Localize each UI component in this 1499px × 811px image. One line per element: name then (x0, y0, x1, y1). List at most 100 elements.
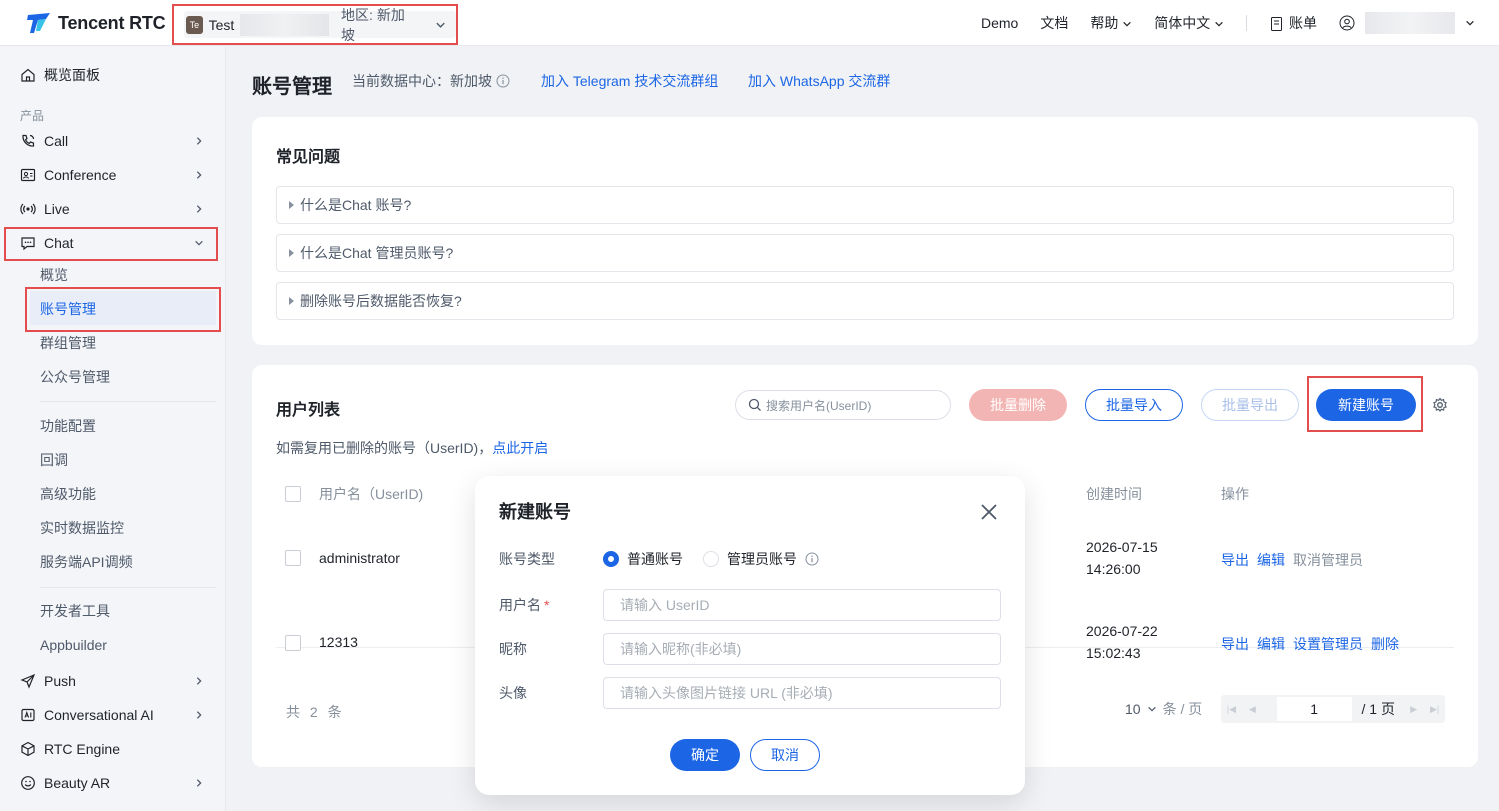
sidebar-sub-dev-tools[interactable]: 开发者工具 (40, 594, 110, 628)
page-number-input[interactable]: 1 (1276, 697, 1352, 721)
chevron-down-icon (436, 22, 445, 28)
sidebar-sub-advanced[interactable]: 高级功能 (40, 477, 96, 511)
gear-icon[interactable] (1432, 397, 1448, 413)
sidebar-sub-accounts[interactable]: 账号管理 (40, 292, 96, 326)
confirm-button[interactable]: 确定 (670, 739, 740, 771)
set-admin-link[interactable]: 设置管理员 (1293, 634, 1363, 654)
brand-logo[interactable]: Tencent RTC (26, 11, 166, 35)
faq-item[interactable]: 删除账号后数据能否恢复? (276, 282, 1454, 320)
nav-docs[interactable]: 文档 (1040, 13, 1068, 33)
sidebar-item-conference[interactable]: Conference (20, 158, 210, 192)
row-checkbox[interactable] (285, 635, 301, 651)
nav-language[interactable]: 简体中文 (1154, 13, 1224, 33)
sidebar-sub-official[interactable]: 公众号管理 (40, 360, 110, 394)
sidebar-item-label: Beauty AR (44, 775, 111, 791)
user-name-redacted (1365, 12, 1455, 34)
datacenter-info: 当前数据中心：新加坡 (352, 71, 510, 91)
app-switcher[interactable]: Te Test 地区: 新加坡 (184, 7, 456, 43)
faq-item-text: 什么是Chat 账号? (300, 197, 412, 213)
next-page-icon[interactable]: ▶ (1403, 695, 1424, 723)
batch-import-button[interactable]: 批量导入 (1085, 389, 1183, 421)
page-size-value: 10 (1125, 701, 1141, 717)
prev-page-icon[interactable]: ◀ (1242, 695, 1263, 723)
faq-item[interactable]: 什么是Chat 账号? (276, 186, 1454, 224)
nickname-input[interactable] (603, 633, 1001, 665)
radio-normal-account[interactable]: 普通账号 (603, 549, 683, 569)
search-input[interactable]: 搜索用户名(UserID) (766, 397, 871, 414)
new-account-button[interactable]: 新建账号 (1316, 389, 1416, 421)
sidebar-sub-callback[interactable]: 回调 (40, 443, 68, 477)
sidebar: 概览面板 产品 Call Conference Live Chat 概览 账号管… (0, 47, 226, 811)
sidebar-item-beauty-ar[interactable]: Beauty AR (20, 766, 210, 800)
batch-export-button[interactable]: 批量导出 (1201, 389, 1299, 421)
bill-icon (1271, 17, 1283, 32)
caret-right-icon (289, 249, 294, 257)
nav-billing[interactable]: 账单 (1269, 13, 1317, 33)
delete-link[interactable]: 删除 (1371, 634, 1399, 654)
edit-link[interactable]: 编辑 (1257, 550, 1285, 570)
last-page-icon[interactable]: ▶| (1424, 695, 1445, 723)
chevron-right-icon (196, 205, 202, 213)
chevron-down-icon (1123, 22, 1131, 27)
sidebar-sub-api-debug[interactable]: 服务端API调频 (40, 545, 133, 579)
username-input[interactable] (603, 589, 1001, 621)
select-all-checkbox[interactable] (285, 486, 301, 502)
export-link[interactable]: 导出 (1221, 550, 1249, 570)
phone-icon (22, 134, 35, 147)
radio-checked-icon (603, 551, 619, 567)
sidebar-item-push[interactable]: Push (20, 664, 210, 698)
sidebar-item-overview[interactable]: 概览面板 (20, 58, 210, 92)
nav-help[interactable]: 帮助 (1090, 13, 1132, 33)
sidebar-item-chat[interactable]: Chat (20, 226, 210, 260)
total-count: 共 2 条 (286, 704, 345, 720)
label-username-text: 用户名 (499, 597, 541, 613)
sidebar-item-label: Chat (44, 235, 74, 251)
info-icon[interactable] (496, 74, 510, 88)
sidebar-sub-features[interactable]: 功能配置 (40, 409, 96, 443)
sidebar-item-live[interactable]: Live (20, 192, 210, 226)
sidebar-item-call[interactable]: Call (20, 124, 210, 158)
radio-unchecked-icon (703, 551, 719, 567)
info-icon[interactable] (805, 552, 819, 566)
first-page-icon[interactable]: |◀ (1221, 695, 1242, 723)
chevron-right-icon (196, 171, 202, 179)
row-created-date: 2026-07-15 (1086, 539, 1158, 555)
sidebar-sub-groups[interactable]: 群组管理 (40, 326, 96, 360)
nav-help-label: 帮助 (1090, 15, 1119, 31)
sidebar-item-label: Push (44, 673, 76, 689)
nav-language-label: 简体中文 (1154, 15, 1211, 31)
new-account-dialog: 新建账号 账号类型 普通账号 管理员账号 用户名* 昵称 头像 确定 取消 (475, 476, 1025, 795)
chevron-down-icon (1147, 706, 1156, 712)
sidebar-item-conversational-ai[interactable]: Conversational AI (20, 698, 210, 732)
cancel-button[interactable]: 取消 (750, 739, 820, 771)
sidebar-item-rtc-engine[interactable]: RTC Engine (20, 732, 210, 766)
sidebar-item-label: 概览面板 (44, 67, 100, 83)
telegram-link[interactable]: 加入 Telegram 技术交流群组 (541, 71, 718, 91)
brand-name: Tencent RTC (58, 12, 166, 33)
sidebar-sub-monitor[interactable]: 实时数据监控 (40, 511, 124, 545)
batch-delete-button[interactable]: 批量删除 (969, 389, 1067, 421)
reuse-enable-link[interactable]: 点此开启 (492, 440, 548, 456)
label-nickname: 昵称 (499, 641, 527, 657)
datacenter-label: 当前数据中心：新加坡 (352, 73, 492, 89)
nav-demo[interactable]: Demo (981, 15, 1018, 31)
faq-item[interactable]: 什么是Chat 管理员账号? (276, 234, 1454, 272)
chevron-right-icon (196, 137, 202, 145)
radio-admin-account[interactable]: 管理员账号 (703, 549, 819, 569)
close-icon[interactable] (979, 502, 999, 522)
search-box[interactable]: 搜索用户名(UserID) (735, 390, 951, 420)
sidebar-sub-appbuilder[interactable]: Appbuilder (40, 628, 107, 662)
page-size-select[interactable]: 10 条 / 页 (1125, 699, 1202, 719)
avatar-url-input[interactable] (603, 677, 1001, 709)
row-created-time: 14:26:00 (1086, 561, 1141, 577)
user-menu[interactable] (1339, 12, 1475, 34)
cancel-admin-link[interactable]: 取消管理员 (1293, 550, 1363, 570)
export-link[interactable]: 导出 (1221, 634, 1249, 654)
edit-link[interactable]: 编辑 (1257, 634, 1285, 654)
caret-right-icon (289, 201, 294, 209)
whatsapp-link[interactable]: 加入 WhatsApp 交流群 (748, 71, 890, 91)
sidebar-item-label: RTC Engine (44, 741, 121, 757)
row-checkbox[interactable] (285, 550, 301, 566)
faq-card: 常见问题 什么是Chat 账号? 什么是Chat 管理员账号? 删除账号后数据能… (252, 117, 1478, 345)
row-user-id: administrator (319, 550, 400, 566)
